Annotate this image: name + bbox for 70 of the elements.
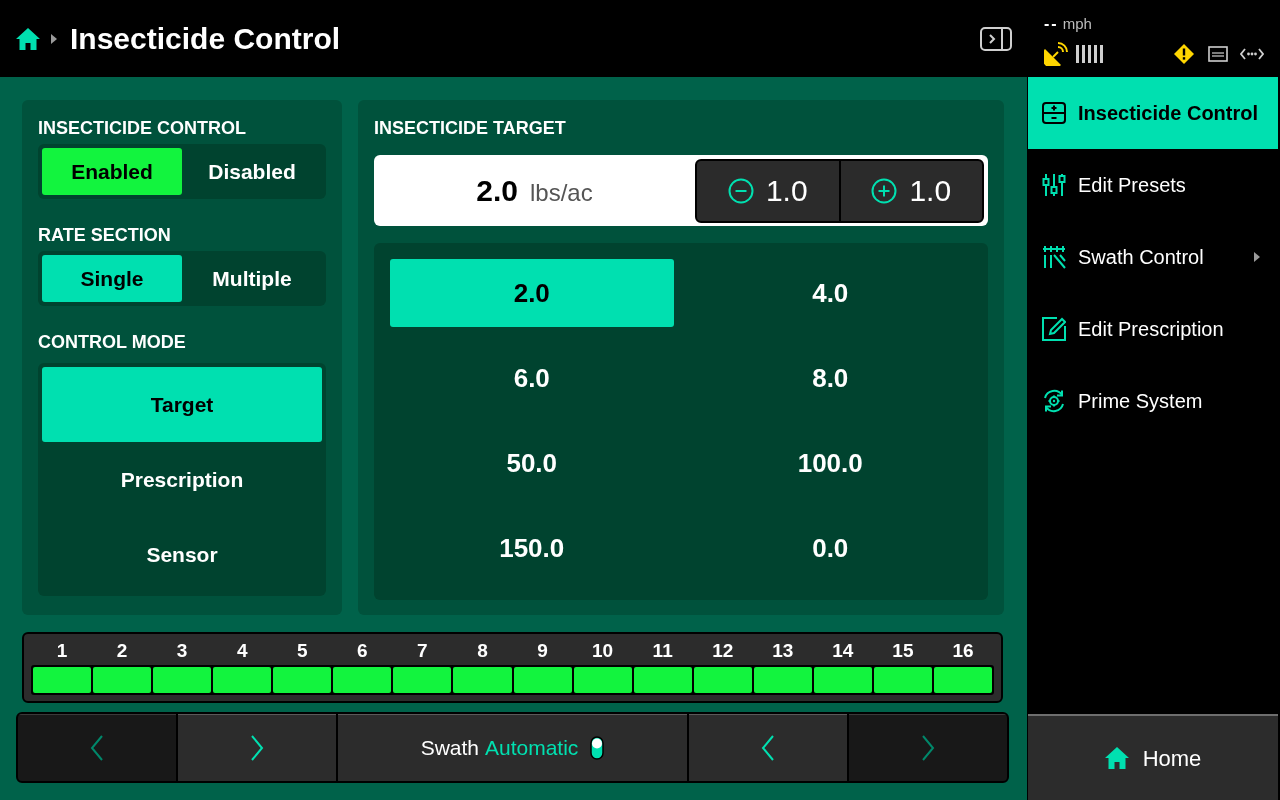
section-number: 16 (952, 639, 974, 663)
group-label: INSECTICIDE CONTROL (38, 117, 247, 140)
menu-item[interactable]: Edit Presets (1028, 149, 1278, 221)
menu-item[interactable]: Insecticide Control (1028, 77, 1278, 149)
section-number: 12 (712, 639, 734, 663)
plus-minus-icon (1042, 101, 1066, 125)
preset-button[interactable]: 50.0 (390, 429, 674, 497)
menu-item[interactable]: Swath Control (1028, 221, 1278, 293)
warning-icon[interactable] (1174, 44, 1194, 64)
spray-boom-icon (1042, 245, 1066, 269)
speed-unit: mph (1062, 13, 1092, 34)
option-button[interactable]: Multiple (182, 255, 322, 302)
panel-toggle-icon[interactable] (980, 26, 1012, 51)
preset-button[interactable]: 100.0 (688, 429, 972, 497)
home-icon[interactable] (16, 27, 40, 50)
section-number: 7 (417, 639, 428, 663)
preset-button[interactable]: 2.0 (390, 259, 674, 327)
preset-button[interactable]: 150.0 (390, 514, 674, 582)
panel-label: INSECTICIDE TARGET (374, 117, 567, 140)
section-number: 13 (772, 639, 794, 663)
unit-label: lbs/ac (530, 178, 593, 208)
chevron-left-icon (90, 735, 104, 761)
increase-button[interactable]: 1.0 (838, 160, 982, 221)
screen-icon[interactable] (1208, 46, 1228, 62)
mode-option[interactable]: Sensor (42, 517, 322, 592)
gear-cycle-icon (1042, 389, 1066, 413)
option-button[interactable]: Single (42, 255, 182, 302)
sliders-icon (1042, 173, 1066, 197)
menu-item[interactable]: Edit Prescription (1028, 293, 1278, 365)
chevron-left-icon (761, 735, 775, 761)
section-number: 14 (832, 639, 854, 663)
speed-value: -- (1044, 14, 1059, 34)
preset-button[interactable]: 6.0 (390, 344, 674, 412)
section-number: 6 (357, 639, 368, 663)
chevron-right-icon (921, 735, 935, 761)
option-button[interactable]: Disabled (182, 148, 322, 195)
group-label: RATE SECTION (38, 224, 172, 247)
target-value: 2.0 (476, 173, 518, 209)
home-icon (1104, 747, 1129, 769)
page-title: Insecticide Control (70, 20, 341, 57)
arrows-dots-icon[interactable] (1240, 48, 1264, 60)
preset-button[interactable]: 4.0 (688, 259, 972, 327)
home-button[interactable]: Home (1028, 714, 1278, 800)
mode-option[interactable]: Target (42, 367, 322, 442)
swath-mode-button[interactable]: Swath Automatic (338, 714, 687, 781)
section-number: 10 (592, 639, 614, 663)
section-number: 15 (892, 639, 914, 663)
section-number: 3 (176, 639, 188, 663)
signal-bars-icon (1076, 45, 1103, 63)
option-button[interactable]: Enabled (42, 148, 182, 195)
section-number: 4 (236, 639, 248, 663)
menu-item[interactable]: Prime System (1028, 365, 1278, 437)
section-number: 2 (116, 639, 128, 663)
chevron-right-icon (250, 735, 264, 761)
preset-button[interactable]: 0.0 (688, 514, 972, 582)
caret-right-icon (51, 33, 57, 44)
section-number: 5 (297, 639, 308, 663)
toggle-icon (590, 736, 605, 760)
section-number: 11 (652, 639, 673, 663)
group-label: CONTROL MODE (38, 331, 187, 354)
plus-circle-icon (871, 177, 898, 204)
section-number: 1 (56, 639, 68, 663)
preset-button[interactable]: 8.0 (688, 344, 972, 412)
edit-square-icon (1042, 317, 1066, 341)
decrease-button[interactable]: 1.0 (697, 160, 839, 221)
mode-option[interactable]: Prescription (42, 442, 322, 517)
section-number: 9 (537, 639, 548, 663)
satellite-dish-icon (1044, 42, 1068, 66)
minus-circle-icon (727, 177, 754, 204)
section-number: 8 (477, 639, 488, 663)
